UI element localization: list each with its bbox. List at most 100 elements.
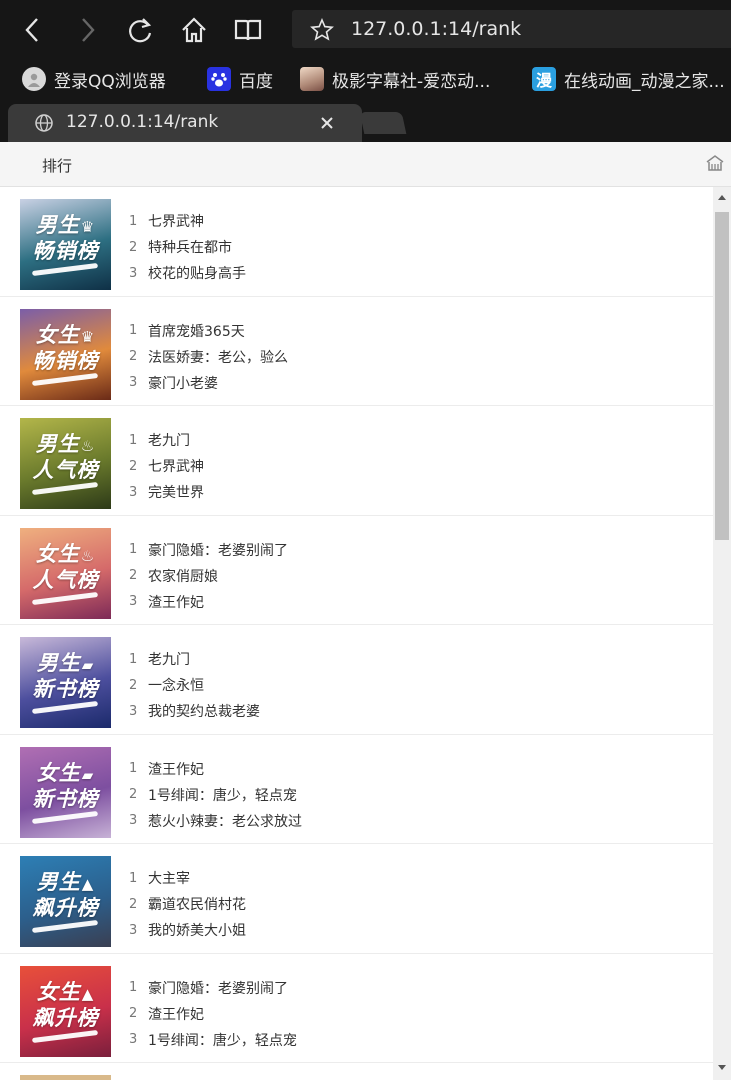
book-title-link[interactable]: 七界武神: [148, 211, 204, 231]
page-title: 排行: [42, 157, 73, 175]
book-title-link[interactable]: 惹火小辣妻：老公求放过: [148, 811, 302, 831]
book-rank-number: 3: [129, 1032, 138, 1047]
book-item[interactable]: 2 七界武神: [129, 453, 204, 479]
bookmark-jiying[interactable]: 极影字幕社-爱恋动...: [300, 66, 490, 92]
cover-underline: [31, 481, 99, 496]
book-item[interactable]: 2 农家俏厨娘: [129, 563, 288, 589]
book-item[interactable]: 2 法医娇妻：老公，验么: [129, 344, 288, 370]
book-title-link[interactable]: 农家俏厨娘: [148, 566, 218, 586]
ranking-cover-image[interactable]: 女生▰ 新书榜: [20, 746, 111, 838]
ranking-card[interactable]: 女生♨ 人气榜 1 豪门隐婚：老婆别闹了 2 农家俏厨娘 3 渣王作妃: [0, 516, 713, 625]
book-list: 1 豪门隐婚：老婆别闹了 2 渣王作妃 3 1号绯闻：唐少，轻点宠: [129, 975, 297, 1053]
book-item[interactable]: 2 一念永恒: [129, 672, 260, 698]
book-rank-number: 3: [129, 375, 138, 390]
star-icon[interactable]: [310, 17, 334, 46]
book-item[interactable]: 1 七界武神: [129, 208, 246, 234]
book-rank-number: 3: [129, 484, 138, 500]
book-rank-number: 2: [129, 1006, 138, 1021]
reload-icon[interactable]: [122, 12, 158, 48]
book-title-link[interactable]: 渣王作妃: [148, 1004, 204, 1024]
book-title-link[interactable]: 大主宰: [148, 868, 190, 888]
ranking-cover-image[interactable]: [20, 1075, 111, 1080]
chevron-right-icon[interactable]: [70, 12, 106, 48]
ranking-cover-image[interactable]: 女生♨ 人气榜: [20, 527, 111, 619]
book-item[interactable]: 1 豪门隐婚：老婆别闹了: [129, 975, 297, 1001]
ranking-cover-label: 男生▲ 飙升榜: [32, 870, 99, 920]
book-title-link[interactable]: 首席宠婚365天: [148, 321, 245, 341]
book-title-link[interactable]: 我的契约总裁老婆: [148, 701, 260, 721]
book-item[interactable]: 1 豪门隐婚：老婆别闹了: [129, 537, 288, 563]
book-title-link[interactable]: 我的娇美大小姐: [148, 920, 246, 940]
book-item[interactable]: 3 完美世界: [129, 479, 204, 505]
book-item[interactable]: 2 霸道农民俏村花: [129, 891, 246, 917]
book-item[interactable]: 3 我的契约总裁老婆: [129, 698, 260, 724]
book-item[interactable]: 3 我的娇美大小姐: [129, 917, 246, 943]
book-item[interactable]: 3 惹火小辣妻：老公求放过: [129, 808, 302, 834]
ranking-card[interactable]: 男生▰ 新书榜 1 老九门 2 一念永恒 3 我的契约总裁老婆: [0, 625, 713, 735]
book-title-link[interactable]: 完美世界: [148, 482, 204, 502]
book-title-link[interactable]: 渣王作妃: [148, 592, 204, 612]
bookmark-baidu[interactable]: 百度: [207, 66, 273, 92]
tab-rank[interactable]: 127.0.0.1:14/rank: [8, 104, 362, 142]
home-icon[interactable]: [706, 154, 724, 176]
book-item[interactable]: 2 特种兵在都市: [129, 234, 246, 260]
book-title-link[interactable]: 霸道农民俏村花: [148, 894, 246, 914]
book-title-link[interactable]: 老九门: [148, 649, 190, 669]
book-item[interactable]: 2 1号绯闻：唐少，轻点宠: [129, 782, 302, 808]
ranking-cover-image[interactable]: 男生♛ 畅销榜: [20, 199, 111, 290]
book-title-link[interactable]: 渣王作妃: [148, 759, 204, 779]
book-title-link[interactable]: 豪门隐婚：老婆别闹了: [148, 978, 288, 998]
book-rank-number: 2: [129, 568, 138, 583]
book-item[interactable]: 2 渣王作妃: [129, 1001, 297, 1027]
book-rank-number: 3: [129, 265, 138, 281]
book-title-link[interactable]: 七界武神: [148, 456, 204, 476]
bookmark-dmzj[interactable]: 漫 在线动画_动漫之家...: [532, 66, 725, 92]
address-bar[interactable]: 127.0.0.1:14/rank: [292, 10, 731, 48]
book-item[interactable]: 1 老九门: [129, 427, 204, 453]
book-title-link[interactable]: 校花的贴身高手: [148, 263, 246, 283]
bookmark-label: 百度: [239, 71, 273, 92]
scrollbar[interactable]: [713, 187, 731, 1080]
home-icon[interactable]: [176, 12, 212, 48]
new-tab-button[interactable]: [359, 112, 407, 134]
ranking-cover-image[interactable]: 女生♛ 畅销榜: [20, 308, 111, 400]
book-title-link[interactable]: 一念永恒: [148, 675, 204, 695]
book-title-link[interactable]: 1号绯闻：唐少，轻点宠: [148, 785, 297, 805]
book-title-link[interactable]: 豪门隐婚：老婆别闹了: [148, 540, 288, 560]
book-item[interactable]: 1 渣王作妃: [129, 756, 302, 782]
ranking-card[interactable]: 男生♛ 畅销榜 1 七界武神 2 特种兵在都市 3 校花的贴身高手: [0, 187, 713, 297]
cover-underline: [31, 372, 99, 386]
scrollbar-thumb[interactable]: [715, 212, 729, 540]
ranking-cover-label: 男生▰ 新书榜: [32, 651, 99, 701]
ranking-card[interactable]: 女生♛ 畅销榜 1 首席宠婚365天 2 法医娇妻：老公，验么 3 豪门小老婆: [0, 297, 713, 406]
book-item[interactable]: 3 渣王作妃: [129, 589, 288, 615]
book-item[interactable]: 3 校花的贴身高手: [129, 260, 246, 286]
book-item[interactable]: 3 豪门小老婆: [129, 370, 288, 396]
book-rank-number: 3: [129, 594, 138, 609]
ranking-card[interactable]: 女生▰ 新书榜 1 渣王作妃 2 1号绯闻：唐少，轻点宠 3 惹火小辣妻：老公求放过: [0, 735, 713, 844]
book-icon[interactable]: [230, 12, 266, 48]
address-text[interactable]: 127.0.0.1:14/rank: [351, 18, 521, 40]
ranking-card[interactable]: 女生▲ 飙升榜 1 豪门隐婚：老婆别闹了 2 渣王作妃 3 1号绯闻：唐少，轻点宠: [0, 954, 713, 1063]
book-list: 1 渣王作妃 2 1号绯闻：唐少，轻点宠 3 惹火小辣妻：老公求放过: [129, 756, 302, 834]
ranking-card[interactable]: 男生♨ 人气榜 1 老九门 2 七界武神 3 完美世界: [0, 406, 713, 516]
bookmark-qq-login[interactable]: 登录QQ浏览器: [22, 66, 166, 92]
book-title-link[interactable]: 法医娇妻：老公，验么: [148, 347, 288, 367]
book-item[interactable]: 1 老九门: [129, 646, 260, 672]
book-title-link[interactable]: 豪门小老婆: [148, 373, 218, 393]
book-title-link[interactable]: 1号绯闻：唐少，轻点宠: [148, 1030, 297, 1050]
book-item[interactable]: 1 首席宠婚365天: [129, 318, 288, 344]
book-item[interactable]: 3 1号绯闻：唐少，轻点宠: [129, 1027, 297, 1053]
book-title-link[interactable]: 老九门: [148, 430, 190, 450]
ranking-cover-image[interactable]: 男生♨ 人气榜: [20, 418, 111, 509]
ranking-cover-image[interactable]: 男生▲ 飙升榜: [20, 856, 111, 947]
ranking-card[interactable]: 男生▲ 飙升榜 1 大主宰 2 霸道农民俏村花 3 我的娇美大小姐: [0, 844, 713, 954]
chevron-left-icon[interactable]: [14, 12, 50, 48]
book-title-link[interactable]: 特种兵在都市: [148, 237, 232, 257]
close-icon[interactable]: [318, 114, 336, 136]
ranking-cover-image[interactable]: 女生▲ 飙升榜: [20, 965, 111, 1057]
ranking-cover-image[interactable]: 男生▰ 新书榜: [20, 637, 111, 728]
scroll-down-arrow-icon[interactable]: [718, 1065, 726, 1070]
book-item[interactable]: 1 大主宰: [129, 865, 246, 891]
scroll-up-arrow-icon[interactable]: [718, 195, 726, 200]
